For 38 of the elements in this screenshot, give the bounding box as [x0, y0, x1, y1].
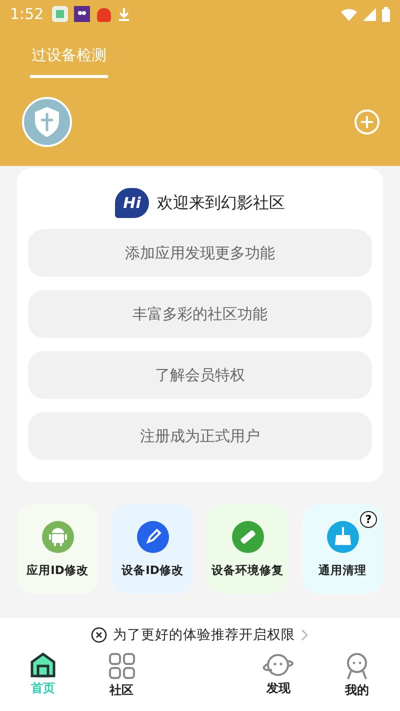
action-button[interactable]: 添加应用发现更多功能	[28, 229, 372, 277]
tool-tile[interactable]: 设备环境修复	[207, 504, 288, 594]
pen-icon	[136, 520, 168, 552]
nav-item[interactable]: 发现	[248, 652, 308, 711]
close-icon[interactable]	[91, 627, 107, 643]
planet-icon	[260, 652, 296, 678]
welcome-title: 欢迎来到幻影社区	[157, 192, 285, 214]
tool-label: 通用清理	[318, 562, 366, 578]
home-icon	[29, 652, 58, 678]
tool-label: 设备环境修复	[212, 562, 284, 578]
app-icon	[74, 6, 90, 22]
signal-icon	[363, 8, 376, 20]
shield-avatar[interactable]	[22, 97, 72, 147]
app-icon	[96, 6, 112, 22]
broom-icon	[326, 520, 358, 552]
chevron-icon[interactable]	[301, 629, 309, 641]
tool-tile[interactable]: 应用ID修改	[17, 504, 98, 594]
nav-item[interactable]: 我的	[326, 652, 387, 711]
tool-label: 应用ID修改	[26, 562, 88, 578]
action-button[interactable]: 丰富多彩的社区功能	[28, 290, 372, 338]
tool-tile[interactable]: 通用清理 ?	[302, 504, 383, 594]
action-button[interactable]: 了解会员特权	[28, 351, 372, 399]
add-icon[interactable]	[354, 109, 380, 135]
download-icon	[118, 7, 130, 21]
nav-item[interactable]: 社区	[92, 652, 152, 711]
android-icon	[42, 520, 74, 552]
tool-label: 设备ID修改	[122, 562, 184, 578]
action-button[interactable]: 注册成为正式用户	[28, 412, 372, 460]
help-badge[interactable]: ?	[360, 511, 377, 528]
hi-logo: Hi	[115, 188, 149, 218]
wifi-icon	[341, 8, 357, 20]
permission-notice[interactable]: 为了更好的体验推荐开启权限	[113, 626, 295, 644]
tool-tile[interactable]: 设备ID修改	[112, 504, 193, 594]
status-time: 1:52	[10, 5, 44, 23]
app-icon	[52, 6, 68, 22]
grid-icon	[108, 652, 136, 680]
battery-icon	[382, 6, 390, 22]
patch-icon	[232, 520, 264, 552]
